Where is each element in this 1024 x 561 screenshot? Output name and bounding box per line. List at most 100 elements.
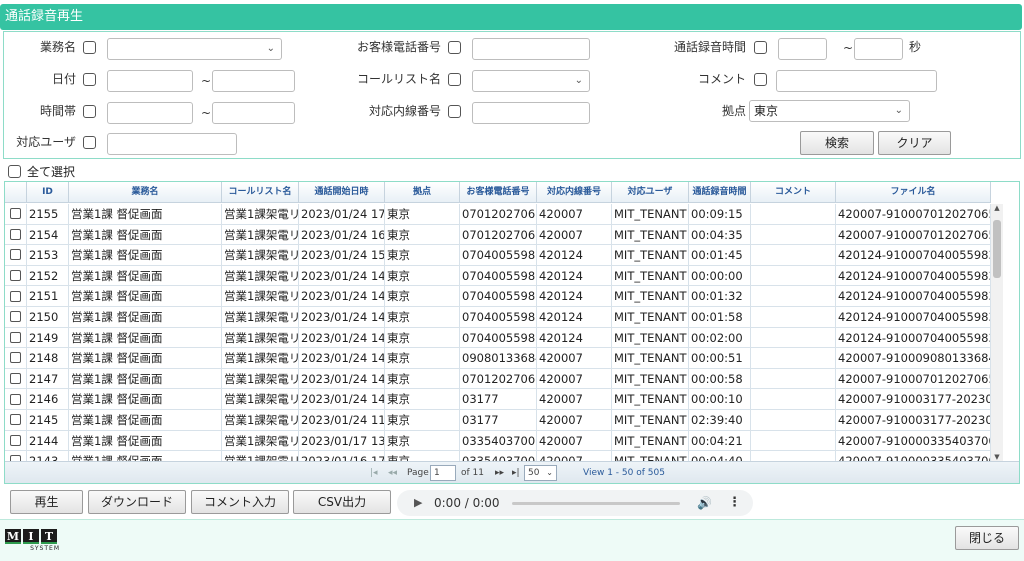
user-input[interactable] bbox=[107, 133, 237, 155]
select-all-checkbox[interactable] bbox=[8, 165, 21, 178]
table-row[interactable]: 2151 営業1課 督促画面 営業1課架電リ 2023/01/24 14: 東京 0704… bbox=[5, 286, 991, 307]
customer-phone-input[interactable] bbox=[472, 38, 590, 60]
time-range-to-input[interactable] bbox=[212, 102, 295, 124]
vertical-scrollbar[interactable]: ▲ ▼ bbox=[991, 204, 1003, 461]
row-checkbox[interactable] bbox=[10, 270, 21, 282]
call-list-checkbox[interactable] bbox=[448, 73, 461, 86]
table-row[interactable]: 2145 営業1課 督促画面 営業1課架電リ 2023/01/24 11: 東京 0317… bbox=[5, 409, 991, 431]
row-checkbox[interactable] bbox=[10, 373, 21, 385]
download-button[interactable]: ダウンロード bbox=[88, 490, 186, 514]
table-cell: 420124 bbox=[537, 245, 612, 265]
table-row[interactable]: 2150 営業1課 督促画面 営業1課架電リ 2023/01/24 14: 東京 0704… bbox=[5, 306, 991, 328]
table-row[interactable]: 2152 営業1課 督促画面 営業1課架電リ 2023/01/24 14: 東京 0704… bbox=[5, 265, 991, 287]
row-checkbox[interactable] bbox=[10, 331, 21, 343]
comment-input-button[interactable]: コメント入力 bbox=[191, 490, 289, 514]
column-header[interactable]: ファイル名 bbox=[836, 182, 991, 202]
time-range-checkbox[interactable] bbox=[83, 105, 96, 118]
column-header[interactable]: 通話録音時間 bbox=[689, 182, 751, 202]
column-header[interactable]: 対応ユーザ bbox=[612, 182, 689, 202]
table-row[interactable]: 2154 営業1課 督促画面 営業1課架電リ 2023/01/24 16: 東京 0701… bbox=[5, 224, 991, 246]
user-label: 対応ユーザ bbox=[16, 135, 76, 149]
table-row[interactable]: 2147 営業1課 督促画面 営業1課架電リ 2023/01/24 14: 東京 0701… bbox=[5, 368, 991, 390]
column-header[interactable]: コメント bbox=[751, 182, 836, 202]
prev-page-icon[interactable]: ◂◂ bbox=[388, 462, 397, 483]
customer-phone-checkbox[interactable] bbox=[448, 41, 461, 54]
table-row[interactable]: 2149 営業1課 督促画面 営業1課架電リ 2023/01/24 14: 東京 0704… bbox=[5, 327, 991, 349]
scroll-thumb[interactable] bbox=[993, 220, 1001, 278]
call-time-checkbox[interactable] bbox=[754, 41, 767, 54]
scroll-up-icon[interactable]: ▲ bbox=[991, 204, 1003, 212]
more-options-icon[interactable]: ⋮ bbox=[728, 490, 741, 516]
call-list-select[interactable]: ⌄ bbox=[472, 70, 590, 92]
call-time-from-input[interactable] bbox=[778, 38, 827, 60]
comment-input[interactable] bbox=[776, 70, 937, 92]
comment-checkbox[interactable] bbox=[754, 73, 767, 86]
clear-button[interactable]: クリア bbox=[878, 131, 951, 155]
table-cell: 0335403700 bbox=[460, 451, 537, 461]
extension-checkbox[interactable] bbox=[448, 105, 461, 118]
column-header[interactable]: お客様電話番号 bbox=[460, 182, 537, 202]
page-number-input[interactable]: 1 bbox=[430, 465, 456, 481]
user-checkbox[interactable] bbox=[83, 136, 96, 149]
rows-per-page-select[interactable]: 50 ⌄ bbox=[524, 465, 557, 481]
date-from-input[interactable] bbox=[107, 70, 193, 92]
table-cell bbox=[751, 451, 836, 461]
row-checkbox[interactable] bbox=[10, 208, 21, 220]
business-select[interactable]: ⌄ bbox=[107, 38, 282, 60]
close-button[interactable]: 閉じる bbox=[955, 526, 1019, 550]
row-checkbox[interactable] bbox=[10, 393, 21, 405]
table-cell: 東京 bbox=[385, 245, 460, 265]
table-row[interactable]: 2143営業1課 督促画面営業1課架電リ2023/01/16 17:東京0335… bbox=[5, 451, 991, 461]
business-checkbox[interactable] bbox=[83, 41, 96, 54]
row-checkbox[interactable] bbox=[10, 414, 21, 426]
table-cell: 03177 bbox=[460, 389, 537, 409]
table-row[interactable]: 2155 営業1課 督促画面 営業1課架電リ 2023/01/24 17: 東京 0701… bbox=[5, 204, 991, 225]
play-button[interactable]: 再生 bbox=[10, 490, 83, 514]
table-cell: 営業1課 督促画面 bbox=[69, 245, 222, 265]
play-icon[interactable]: ▶ bbox=[414, 490, 422, 516]
base-select[interactable]: 東京 ⌄ bbox=[749, 100, 910, 122]
table-row[interactable]: 2146 営業1課 督促画面 営業1課架電リ 2023/01/24 14: 東京 0317… bbox=[5, 389, 991, 410]
column-header[interactable]: ID bbox=[27, 182, 69, 202]
table-cell: 東京 bbox=[385, 286, 460, 306]
table-cell: 00:01:32 bbox=[689, 286, 751, 306]
logo-letter-t: T bbox=[41, 529, 57, 544]
csv-export-button[interactable]: CSV出力 bbox=[293, 490, 391, 514]
search-button[interactable]: 検索 bbox=[800, 131, 874, 155]
table-cell: 2147 bbox=[27, 368, 69, 389]
row-checkbox[interactable] bbox=[10, 352, 21, 364]
audio-progress-track[interactable] bbox=[512, 502, 680, 505]
row-select-cell bbox=[5, 348, 27, 368]
page-label: Page bbox=[407, 468, 429, 478]
row-checkbox[interactable] bbox=[10, 249, 21, 261]
row-checkbox[interactable] bbox=[10, 228, 21, 240]
column-header[interactable]: コールリスト名 bbox=[222, 182, 299, 202]
select-all-label: 全て選択 bbox=[27, 165, 76, 179]
column-header[interactable]: 拠点 bbox=[385, 182, 460, 202]
next-page-icon[interactable]: ▸▸ bbox=[495, 462, 504, 483]
table-cell: MIT_TENANT bbox=[612, 286, 689, 306]
table-row[interactable]: 2144 営業1課 督促画面 営業1課架電リ 2023/01/17 13: 東京 0335… bbox=[5, 430, 991, 452]
date-to-input[interactable] bbox=[212, 70, 295, 92]
row-checkbox[interactable] bbox=[10, 434, 21, 446]
table-cell: 営業1課 督促画面 bbox=[69, 204, 222, 224]
volume-icon[interactable]: 🔊 bbox=[697, 490, 712, 516]
call-time-to-input[interactable] bbox=[854, 38, 903, 60]
column-header[interactable]: 対応内線番号 bbox=[537, 182, 612, 202]
scroll-down-icon[interactable]: ▼ bbox=[991, 453, 1003, 461]
column-header[interactable]: 通話開始日時 bbox=[299, 182, 385, 202]
call-list-label: コールリスト名 bbox=[356, 72, 441, 86]
table-row[interactable]: 2148 営業1課 督促画面 営業1課架電リ 2023/01/24 14: 東京 0908… bbox=[5, 348, 991, 369]
base-label: 拠点 bbox=[721, 104, 746, 118]
extension-input[interactable] bbox=[472, 102, 590, 124]
date-checkbox[interactable] bbox=[83, 73, 96, 86]
row-checkbox[interactable] bbox=[10, 290, 21, 302]
time-range-from-input[interactable] bbox=[107, 102, 193, 124]
row-checkbox[interactable] bbox=[10, 311, 21, 323]
table-cell: 420007-910007012027065-2 bbox=[836, 204, 991, 224]
first-page-icon[interactable]: |◂ bbox=[370, 462, 378, 483]
last-page-icon[interactable]: ▸| bbox=[512, 462, 520, 483]
table-row[interactable]: 2153 営業1課 督促画面 営業1課架電リ 2023/01/24 15: 東京 0704… bbox=[5, 245, 991, 266]
column-header[interactable]: 業務名 bbox=[69, 182, 222, 202]
table-cell: 2151 bbox=[27, 286, 69, 306]
